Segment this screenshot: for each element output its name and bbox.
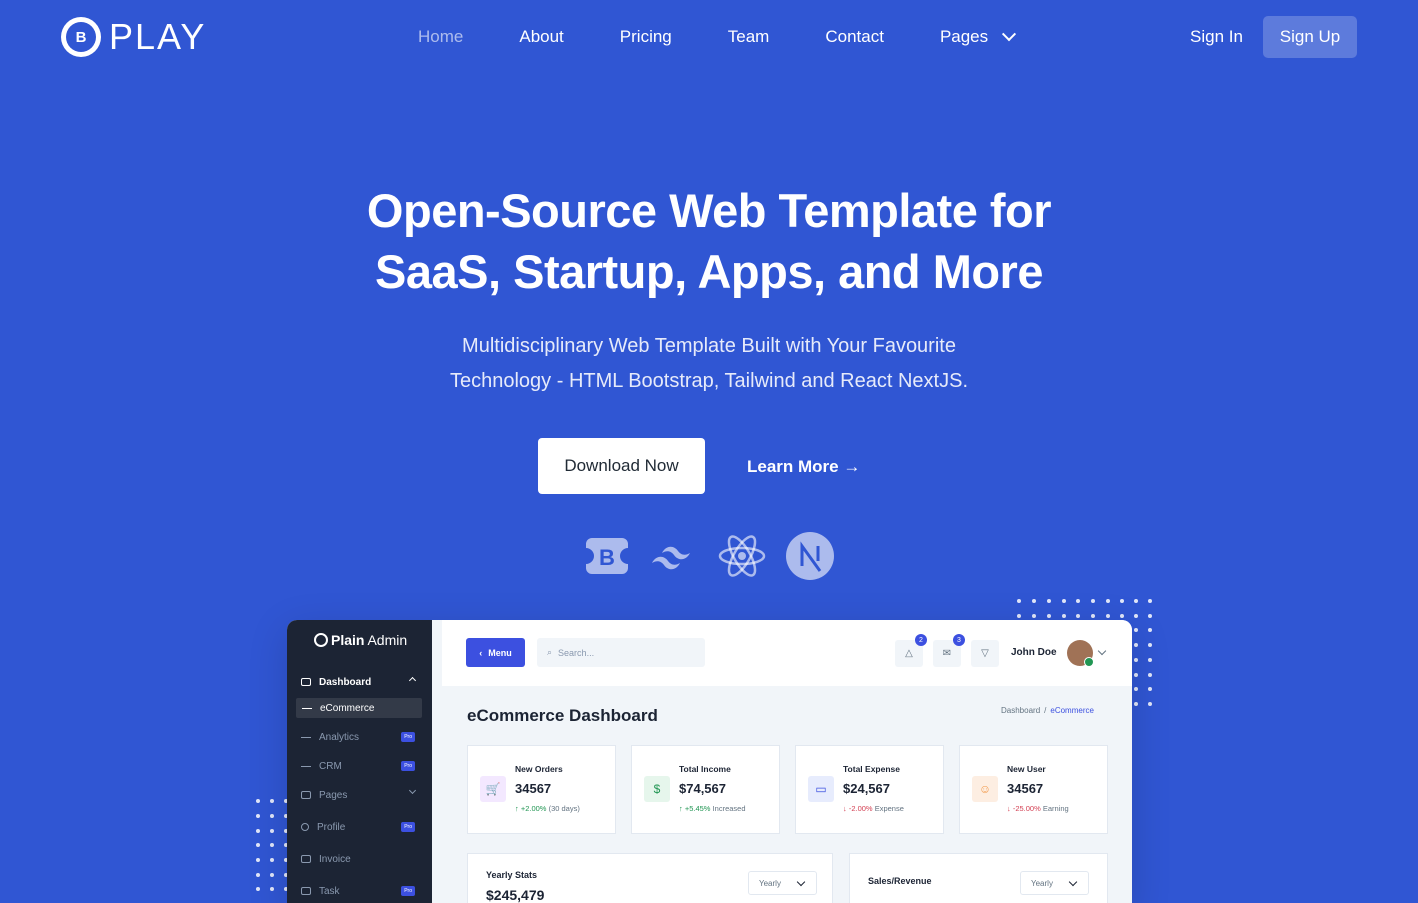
mail-count-badge: 3 [953, 634, 965, 646]
user-icon: ☺ [972, 776, 998, 802]
arrow-right-icon [301, 736, 311, 738]
search-icon: ⌕ [547, 647, 553, 657]
sales-revenue-title: Sales/Revenue [868, 876, 932, 886]
stat-card-new-orders: 🛒 New Orders 34567 ↑ +2.00% (30 days) [467, 745, 616, 834]
chevron-down-icon [408, 786, 417, 795]
arrow-right-icon [301, 765, 311, 767]
user-icon [301, 823, 309, 831]
breadcrumb-root[interactable]: Dashboard [1001, 706, 1040, 715]
nav-pages-dropdown[interactable]: Pages [939, 26, 1017, 48]
sidebar-item-analytics[interactable]: Analytics Pro [301, 727, 421, 747]
sidebar-item-ecommerce[interactable]: eCommerce [296, 698, 422, 718]
yearly-stats-panel: Yearly Stats $245,479 Yearly [467, 853, 833, 903]
credit-card-icon: ▭ [808, 776, 834, 802]
hero-title-line-2: SaaS, Startup, Apps, and More [375, 245, 1044, 298]
chevron-down-icon[interactable] [1097, 646, 1107, 656]
avatar[interactable] [1067, 640, 1094, 667]
sidebar-item-invoice[interactable]: Invoice [301, 849, 421, 869]
nav-contact[interactable]: Contact [825, 26, 884, 48]
brand-name: PLAY [109, 16, 207, 57]
stat-card-new-user: ☺ New User 34567 ↓ -25.00% Earning [959, 745, 1108, 834]
hero-title-line-1: Open-Source Web Template for [366, 184, 1052, 237]
learn-more-link[interactable]: Learn More → [747, 456, 860, 478]
yearly-stats-select[interactable]: Yearly [748, 871, 817, 895]
filter-icon: ▽ [981, 648, 989, 659]
filter-button[interactable]: ▽ [971, 640, 999, 667]
dashboard-icon [301, 678, 311, 686]
hero-subtitle: Multidisciplinary Web Template Built wit… [0, 329, 1418, 399]
sidebar-item-pages[interactable]: Pages [301, 785, 421, 805]
breadcrumb-separator: / [1044, 706, 1047, 715]
nav-pages-label: Pages [939, 27, 989, 46]
sidebar-item-profile[interactable]: Profile Pro [301, 817, 421, 837]
nextjs-icon[interactable] [785, 532, 835, 580]
yearly-stats-title: Yearly Stats [486, 870, 538, 880]
stat-card-total-income: $ Total Income $74,567 ↑ +5.45% Increase… [631, 745, 780, 834]
sidebar-item-crm[interactable]: CRM Pro [301, 756, 421, 776]
notification-button[interactable]: △ 2 [895, 634, 927, 667]
dashboard-sidebar: Plain Admin Dashboard eCommerce Analytics… [287, 620, 432, 903]
cart-icon: 🛒 [480, 776, 506, 802]
chevron-left-icon: ‹ [479, 647, 483, 658]
chevron-up-icon [408, 676, 417, 685]
messages-button[interactable]: ✉ 3 [933, 634, 965, 667]
brand-logo[interactable]: B PLAY [61, 17, 206, 57]
bell-icon: △ [905, 648, 913, 659]
arrow-right-icon [302, 707, 312, 709]
bootstrap-icon[interactable]: B [582, 532, 632, 580]
sidebar-item-task[interactable]: Task Pro [301, 881, 421, 901]
nav-home[interactable]: Home [418, 26, 463, 48]
breadcrumb-current: eCommerce [1050, 706, 1094, 715]
dashboard-topbar: ‹ Menu ⌕ Search... △ 2 ✉ 3 ▽ John Doe [442, 620, 1132, 686]
page-title: eCommerce Dashboard [467, 706, 658, 725]
sign-up-button[interactable]: Sign Up [1263, 16, 1357, 58]
logo-mark-icon: B [61, 17, 101, 57]
pro-badge: Pro [401, 822, 415, 832]
hero-subtitle-line-2: Technology - HTML Bootstrap, Tailwind an… [449, 370, 969, 392]
notification-count-badge: 2 [915, 634, 927, 646]
menu-button[interactable]: ‹ Menu [466, 638, 525, 667]
plainadmin-logo-icon [314, 633, 328, 647]
task-icon [301, 887, 311, 895]
pages-icon [301, 791, 311, 799]
pro-badge: Pro [401, 886, 415, 896]
sales-revenue-select[interactable]: Yearly [1020, 871, 1089, 895]
user-name[interactable]: John Doe [1011, 647, 1057, 658]
plainadmin-logo: Plain Admin [314, 632, 407, 648]
download-now-button[interactable]: Download Now [538, 438, 705, 494]
mail-icon: ✉ [942, 648, 952, 659]
sign-in-link[interactable]: Sign In [1190, 26, 1243, 48]
main-nav: Home About Pricing Team Contact Pages [418, 26, 1070, 48]
react-icon[interactable] [717, 532, 767, 580]
hero-title: Open-Source Web Template for SaaS, Start… [0, 180, 1418, 302]
svg-text:B: B [599, 545, 615, 570]
chevron-down-icon [1002, 27, 1017, 42]
breadcrumb: Dashboard / eCommerce [1001, 706, 1094, 715]
dashboard-preview: Plain Admin Dashboard eCommerce Analytics… [287, 620, 1132, 903]
tailwind-icon[interactable] [650, 532, 700, 580]
pro-badge: Pro [401, 732, 415, 742]
hero-subtitle-line-1: Multidisciplinary Web Template Built wit… [462, 335, 956, 357]
nav-team[interactable]: Team [728, 26, 770, 48]
nav-pricing[interactable]: Pricing [620, 26, 672, 48]
pro-badge: Pro [401, 761, 415, 771]
search-input[interactable]: ⌕ Search... [537, 638, 705, 667]
dot-pattern-left [256, 799, 288, 891]
dollar-icon: $ [644, 776, 670, 802]
stat-card-total-expense: ▭ Total Expense $24,567 ↓ -2.00% Expense [795, 745, 944, 834]
invoice-icon [301, 855, 311, 863]
yearly-stats-value: $245,479 [486, 887, 545, 903]
nav-about[interactable]: About [519, 26, 563, 48]
sidebar-item-dashboard[interactable]: Dashboard [301, 672, 421, 692]
sales-revenue-panel: Sales/Revenue Yearly [849, 853, 1108, 903]
